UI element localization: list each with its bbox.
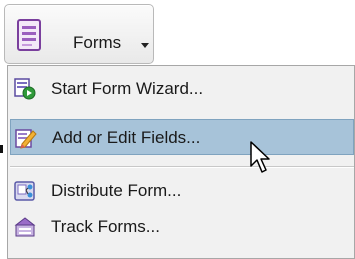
menu-item-label: Track Forms...: [51, 217, 160, 236]
mouse-cursor-icon: [250, 141, 270, 173]
menu-item-distribute-form[interactable]: Distribute Form...: [10, 173, 354, 209]
menu-separator: [10, 166, 354, 168]
menu-item-start-form-wizard[interactable]: Start Form Wizard...: [10, 71, 354, 107]
forms-button-label: Forms: [73, 33, 122, 52]
menu-item-label: Add or Edit Fields...: [52, 128, 201, 147]
menu-item-label: Distribute Form...: [51, 181, 182, 200]
forms-button[interactable]: Forms: [4, 4, 154, 64]
edit-fields-icon: [15, 129, 37, 149]
menu-item-label: Start Form Wizard...: [51, 79, 204, 98]
form-wizard-icon: [14, 78, 36, 100]
chevron-down-icon: [141, 43, 149, 48]
distribute-form-icon: [14, 181, 35, 201]
track-forms-icon: [14, 217, 36, 237]
edge-artifact: [0, 145, 3, 153]
forms-document-icon: [17, 19, 41, 51]
menu-item-add-or-edit-fields[interactable]: Add or Edit Fields...: [10, 119, 354, 155]
forms-dropdown-menu: Start Form Wizard... Add or Edit Fields.…: [7, 65, 355, 259]
menu-item-track-forms[interactable]: Track Forms...: [10, 209, 354, 245]
